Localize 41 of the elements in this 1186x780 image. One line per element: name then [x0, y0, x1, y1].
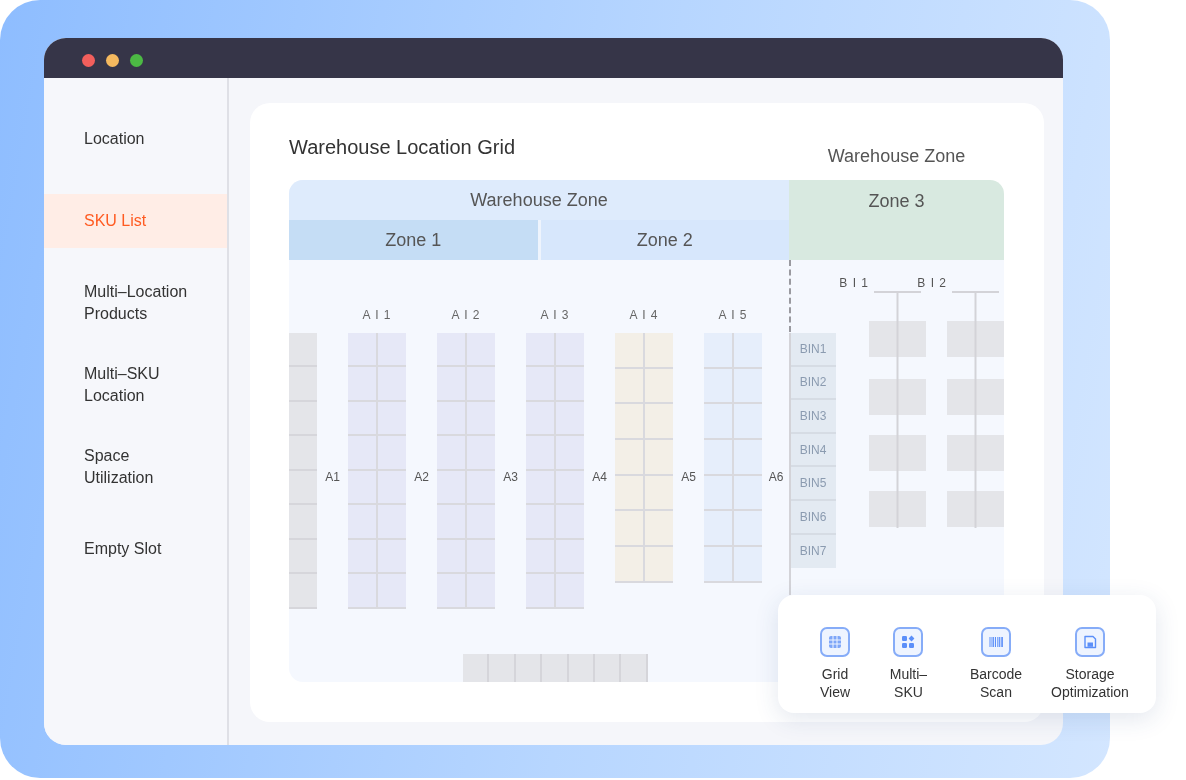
rack-label: A I 4 [629, 307, 659, 324]
sidebar-item[interactable]: Space Utilization [44, 440, 227, 494]
zone-header: Warehouse Zone [289, 180, 789, 220]
sidebar-item[interactable]: Empty Slot [44, 522, 227, 576]
sidebar-item[interactable]: Multi–SKU Location [44, 358, 227, 412]
bin-slot: BIN3 [790, 400, 836, 434]
close-icon[interactable] [82, 53, 95, 67]
aisle-label: A2 [414, 469, 429, 485]
bin-slot: BIN4 [790, 433, 836, 468]
minimize-icon[interactable] [106, 53, 119, 67]
zone-header: Zone 2 [540, 220, 789, 260]
grid-icon [820, 627, 850, 657]
bin-slot: BIN6 [790, 500, 836, 535]
rack-label: B I 1 [839, 275, 869, 292]
zone-caption: Warehouse Zone [827, 145, 966, 167]
zone-header: Zone 1 [289, 220, 538, 260]
zone-header: Zone 3 [789, 180, 1004, 260]
sidebar-item[interactable]: Location [44, 112, 227, 166]
bin-slot: BIN5 [790, 467, 836, 501]
tiles-icon [893, 627, 924, 657]
maximize-icon[interactable] [130, 53, 143, 67]
barcode-icon [981, 627, 1011, 657]
rack-label: B I 2 [917, 275, 947, 292]
aisle-label: A1 [325, 469, 340, 485]
tool-button[interactable]: Storage Optimization [1051, 627, 1129, 701]
sidebar-item[interactable]: Multi–Location Products [44, 276, 227, 330]
aisle-label: A3 [503, 469, 518, 485]
rack-label: A I 5 [718, 307, 748, 324]
card-title: Warehouse Location Grid [289, 135, 516, 159]
tool-button[interactable]: Multi–SKU [889, 627, 928, 701]
aisle-label: A6 [768, 469, 784, 485]
rack-label: A I 1 [362, 307, 392, 324]
bin-slot: BIN1 [790, 333, 836, 367]
tool-button[interactable]: Grid View [819, 627, 851, 701]
bin-slot: BIN7 [790, 534, 836, 569]
aisle-label: A4 [592, 469, 607, 485]
tool-button[interactable]: Barcode Scan [969, 627, 1023, 701]
bin-slot: BIN2 [790, 366, 836, 401]
aisle-label: A5 [681, 469, 696, 485]
rack-label: A I 2 [451, 307, 481, 324]
rack-label: A I 3 [540, 307, 570, 324]
